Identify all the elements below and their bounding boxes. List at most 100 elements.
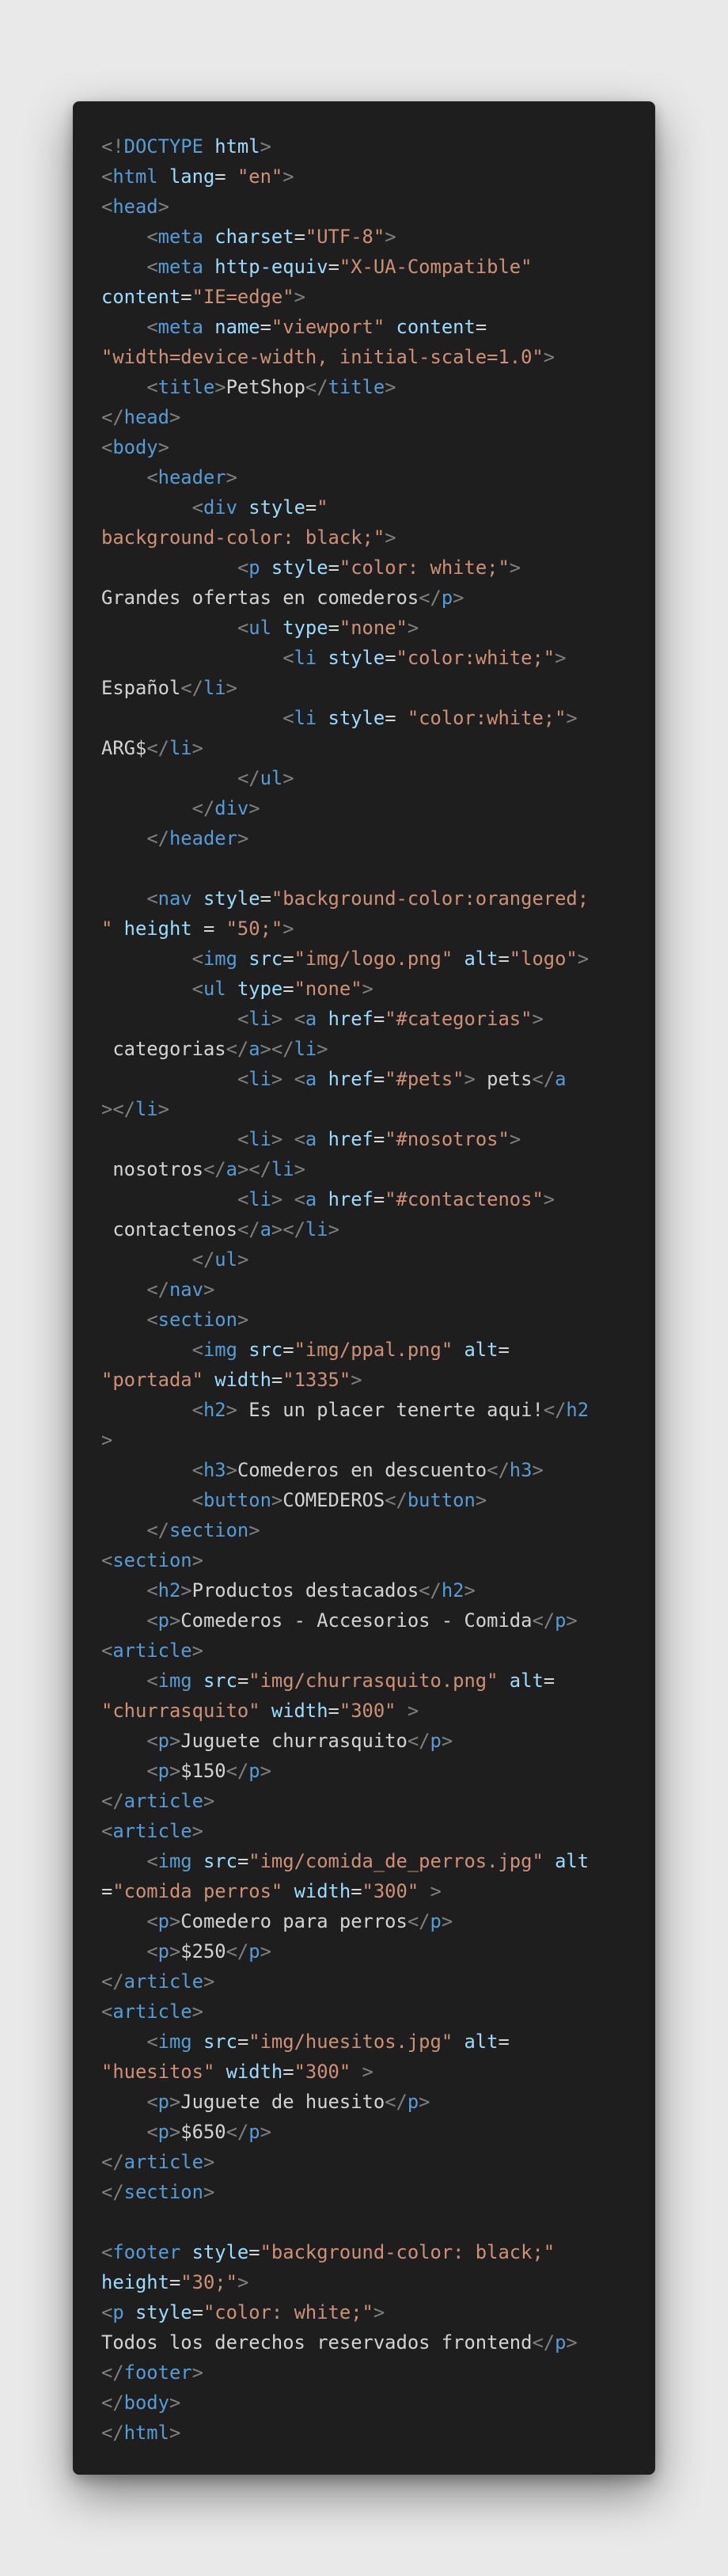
code-line: Español</li>	[101, 673, 639, 703]
attribute-token: type	[282, 617, 328, 639]
punctuation-token: <	[191, 948, 203, 970]
string-token: "color: white;"	[203, 2301, 373, 2323]
punctuation-token: <	[146, 1910, 158, 1932]
attribute-token: type	[237, 978, 283, 1000]
code-line: Grandes ofertas en comederos</p>	[101, 583, 639, 613]
attribute-token: src	[203, 2031, 237, 2053]
punctuation-token: >	[566, 707, 578, 729]
tag-token: a	[555, 1068, 567, 1090]
string-token: "churrasquito"	[101, 1700, 260, 1722]
punctuation-token: >	[203, 1790, 215, 1812]
punctuation-token: >	[282, 767, 294, 789]
text-token: =	[237, 1850, 249, 1872]
attribute-token: style	[271, 557, 328, 579]
punctuation-token: ></	[271, 1218, 305, 1241]
tag-token: img	[203, 948, 237, 970]
punctuation-token: >	[373, 2301, 385, 2323]
punctuation-token: <	[191, 496, 203, 519]
tag-token: section	[112, 1549, 192, 1571]
code-line: <li style="color:white;">	[101, 643, 639, 673]
punctuation-token: </	[419, 1579, 442, 1601]
punctuation-token: >	[260, 2121, 271, 2143]
punctuation-token: <	[294, 1008, 305, 1030]
code-line: </html>	[101, 2418, 639, 2448]
attribute-token: width	[214, 1369, 271, 1391]
punctuation-token: >	[237, 1309, 249, 1331]
tag-token: p	[555, 2331, 567, 2354]
string-token: "300"	[339, 1700, 396, 1722]
text-token: Todos los derechos reservados frontend	[101, 2331, 533, 2354]
code-line: <section>	[101, 1305, 639, 1335]
punctuation-token: <	[191, 978, 203, 1000]
text-token: $650	[180, 2121, 226, 2143]
code-line: <meta charset="UTF-8">	[101, 222, 639, 252]
punctuation-token: <	[237, 1068, 249, 1090]
text-token: =	[271, 1369, 283, 1391]
punctuation-token: </	[407, 1910, 430, 1932]
string-token: "color:white;"	[407, 707, 567, 729]
punctuation-token: >	[328, 1218, 339, 1241]
punctuation-token: >	[385, 526, 396, 549]
punctuation-token: >	[260, 135, 271, 158]
string-token: "IE=edge"	[191, 286, 294, 308]
punctuation-token: <	[294, 1128, 305, 1150]
punctuation-token: >	[226, 1399, 237, 1421]
tag-token: h2	[157, 1579, 181, 1601]
punctuation-token: <	[237, 1188, 249, 1210]
tag-token: article	[123, 1970, 203, 1993]
attribute-token: src	[203, 1850, 237, 1872]
tag-token: nav	[169, 1279, 203, 1301]
tag-token: section	[169, 1519, 249, 1541]
attribute-token: height	[123, 918, 192, 940]
tag-token: li	[248, 1128, 271, 1150]
text-token: =	[498, 948, 510, 970]
punctuation-token: </	[191, 797, 215, 819]
tag-token: footer	[112, 2241, 181, 2263]
punctuation-token: <	[146, 256, 158, 278]
text-token: Es un placer tenerte aqui!	[237, 1399, 544, 1421]
punctuation-token: <	[101, 1549, 113, 1571]
text-token: Juguete churrasquito	[180, 1730, 408, 1752]
attribute-token: src	[203, 1670, 237, 1692]
tag-token: p	[157, 2091, 169, 2113]
string-token: "color: white;"	[339, 557, 510, 579]
code-line: <article>	[101, 1636, 639, 1666]
punctuation-token: </	[101, 1790, 124, 1812]
text-token: =	[237, 2031, 249, 2053]
punctuation-token: >	[203, 1279, 215, 1301]
text-token: contactenos	[101, 1218, 237, 1241]
tag-token: p	[248, 1940, 260, 1962]
punctuation-token: >	[419, 2091, 430, 2113]
punctuation-token: >	[157, 1098, 169, 1120]
text-token: =	[373, 1128, 385, 1150]
text-token: =	[373, 1068, 385, 1090]
code-line: ="comida perros" width="300" >	[101, 1876, 639, 1906]
punctuation-token: </	[543, 1399, 567, 1421]
punctuation-token: >	[169, 1760, 181, 1782]
tag-token: ul	[214, 1248, 237, 1271]
punctuation-token: <	[146, 1760, 158, 1782]
punctuation-token: </	[146, 1519, 169, 1541]
punctuation-token: <	[191, 1399, 203, 1421]
punctuation-token: >	[271, 1068, 283, 1090]
punctuation-token: </	[532, 1068, 555, 1090]
punctuation-token: >	[248, 1519, 260, 1541]
punctuation-token: </	[237, 1218, 260, 1241]
